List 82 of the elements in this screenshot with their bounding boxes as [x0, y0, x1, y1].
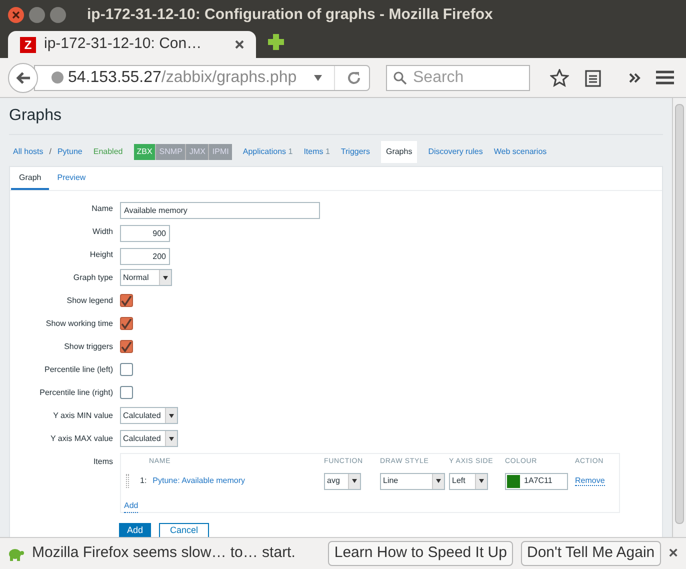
breadcrumb-separator: /	[49, 146, 52, 158]
field-label: Items	[92, 456, 113, 468]
nav-tab[interactable]: Web scenarios	[494, 146, 547, 158]
search-icon	[393, 70, 407, 84]
back-button[interactable]	[8, 62, 38, 92]
form-tab[interactable]: Preview	[49, 167, 94, 190]
checkbox[interactable]	[120, 294, 133, 307]
window-title: ip-172-31-12-10: Configuration of graphs - Mozilla Firefox	[87, 4, 493, 25]
remove-link[interactable]: Remove	[575, 476, 605, 486]
checkbox[interactable]	[120, 317, 133, 330]
nav-tab[interactable]: Discovery rules	[428, 146, 483, 158]
checkbox[interactable]	[120, 363, 133, 376]
select-field[interactable]: Normal	[120, 269, 172, 286]
clipboard-icon[interactable]	[585, 68, 601, 86]
item-link[interactable]: Pytune: Available memory	[152, 475, 246, 487]
maximize-icon[interactable]	[50, 7, 66, 23]
tab-title: ip-172-31-12-10: Con…	[44, 34, 202, 54]
menu-icon[interactable]	[656, 70, 674, 85]
text-input[interactable]: 200	[120, 248, 170, 264]
caret-icon	[475, 474, 487, 488]
availability-badge: ZBX	[134, 144, 156, 160]
search-field[interactable]: Search	[386, 64, 530, 90]
checkbox[interactable]	[120, 386, 133, 399]
item-index: 1:	[140, 475, 147, 487]
caret-icon	[348, 474, 360, 488]
minimize-icon[interactable]	[29, 7, 45, 23]
field-label: Y axis MIN value	[52, 410, 113, 422]
host-status: Enabled	[93, 146, 123, 158]
field-label: Percentile line (left)	[44, 364, 113, 376]
star-icon[interactable]	[550, 68, 569, 86]
turtle-icon	[8, 546, 24, 560]
browser-tab[interactable]: Z ip-172-31-12-10: Con…	[8, 31, 256, 58]
nav-tab[interactable]: Applications 1	[242, 146, 293, 158]
field-label: Height	[88, 248, 113, 260]
nav-tab[interactable]: Graphs	[380, 141, 418, 163]
field-label: Y axis MAX value	[49, 432, 113, 444]
nav-tab[interactable]: Items 1	[304, 146, 330, 158]
nav-tab[interactable]: Triggers	[340, 146, 370, 158]
back-arrow-icon	[15, 70, 31, 84]
select-field[interactable]: Line	[380, 472, 445, 490]
availability-badge: JMX	[185, 144, 208, 160]
caret-icon	[432, 474, 444, 488]
caret-icon	[165, 431, 177, 446]
field-label: Width	[92, 226, 113, 238]
select-field[interactable]: Calculated	[120, 430, 178, 447]
drag-handle-icon[interactable]	[126, 474, 129, 488]
field-label: Percentile line (right)	[38, 386, 113, 398]
field-label: Show legend	[66, 294, 113, 306]
text-input[interactable]: 900	[120, 224, 170, 242]
address-bar[interactable]: 54.153.55.27/zabbix/graphs.php	[34, 64, 370, 90]
scrollbar[interactable]	[672, 98, 686, 537]
field-label: Show triggers	[63, 340, 113, 352]
select-field[interactable]: Left	[449, 472, 488, 490]
new-tab-icon[interactable]	[268, 34, 284, 50]
availability-badge: IPMI	[208, 144, 232, 160]
text-input[interactable]: Available memory	[120, 202, 320, 218]
checkbox[interactable]	[120, 340, 133, 353]
page-title: Graphs	[9, 104, 663, 135]
dropdown-icon[interactable]	[314, 74, 322, 80]
select-field[interactable]: Calculated	[120, 407, 178, 424]
notification-button[interactable]: Don't Tell Me Again	[520, 541, 661, 566]
overflow-icon[interactable]	[629, 72, 641, 82]
caret-icon	[165, 408, 177, 423]
select-field[interactable]: avg	[324, 472, 361, 490]
breadcrumb-link[interactable]: Pytune	[57, 146, 82, 158]
form-tab[interactable]: Graph	[11, 167, 50, 190]
field-label: Show working time	[44, 318, 113, 330]
notification-button[interactable]: Learn How to Speed It Up	[328, 541, 513, 566]
caret-icon	[159, 270, 171, 285]
notification-message: Mozilla Firefox seems slow… to… start.	[32, 543, 296, 564]
field-label: Graph type	[72, 272, 113, 284]
add-link[interactable]: Add	[124, 500, 138, 513]
breadcrumb-link[interactable]: All hosts	[13, 146, 44, 158]
reload-icon[interactable]	[347, 70, 361, 84]
close-button[interactable]: ×	[668, 542, 678, 566]
field-label: Name	[90, 202, 113, 214]
availability-badge: SNMP	[155, 144, 186, 160]
colour-field[interactable]: 1A7C11	[505, 472, 568, 490]
close-icon[interactable]	[8, 7, 24, 23]
close-icon[interactable]	[235, 40, 244, 49]
colour-swatch[interactable]	[507, 474, 520, 488]
favicon-icon: Z	[20, 36, 36, 52]
